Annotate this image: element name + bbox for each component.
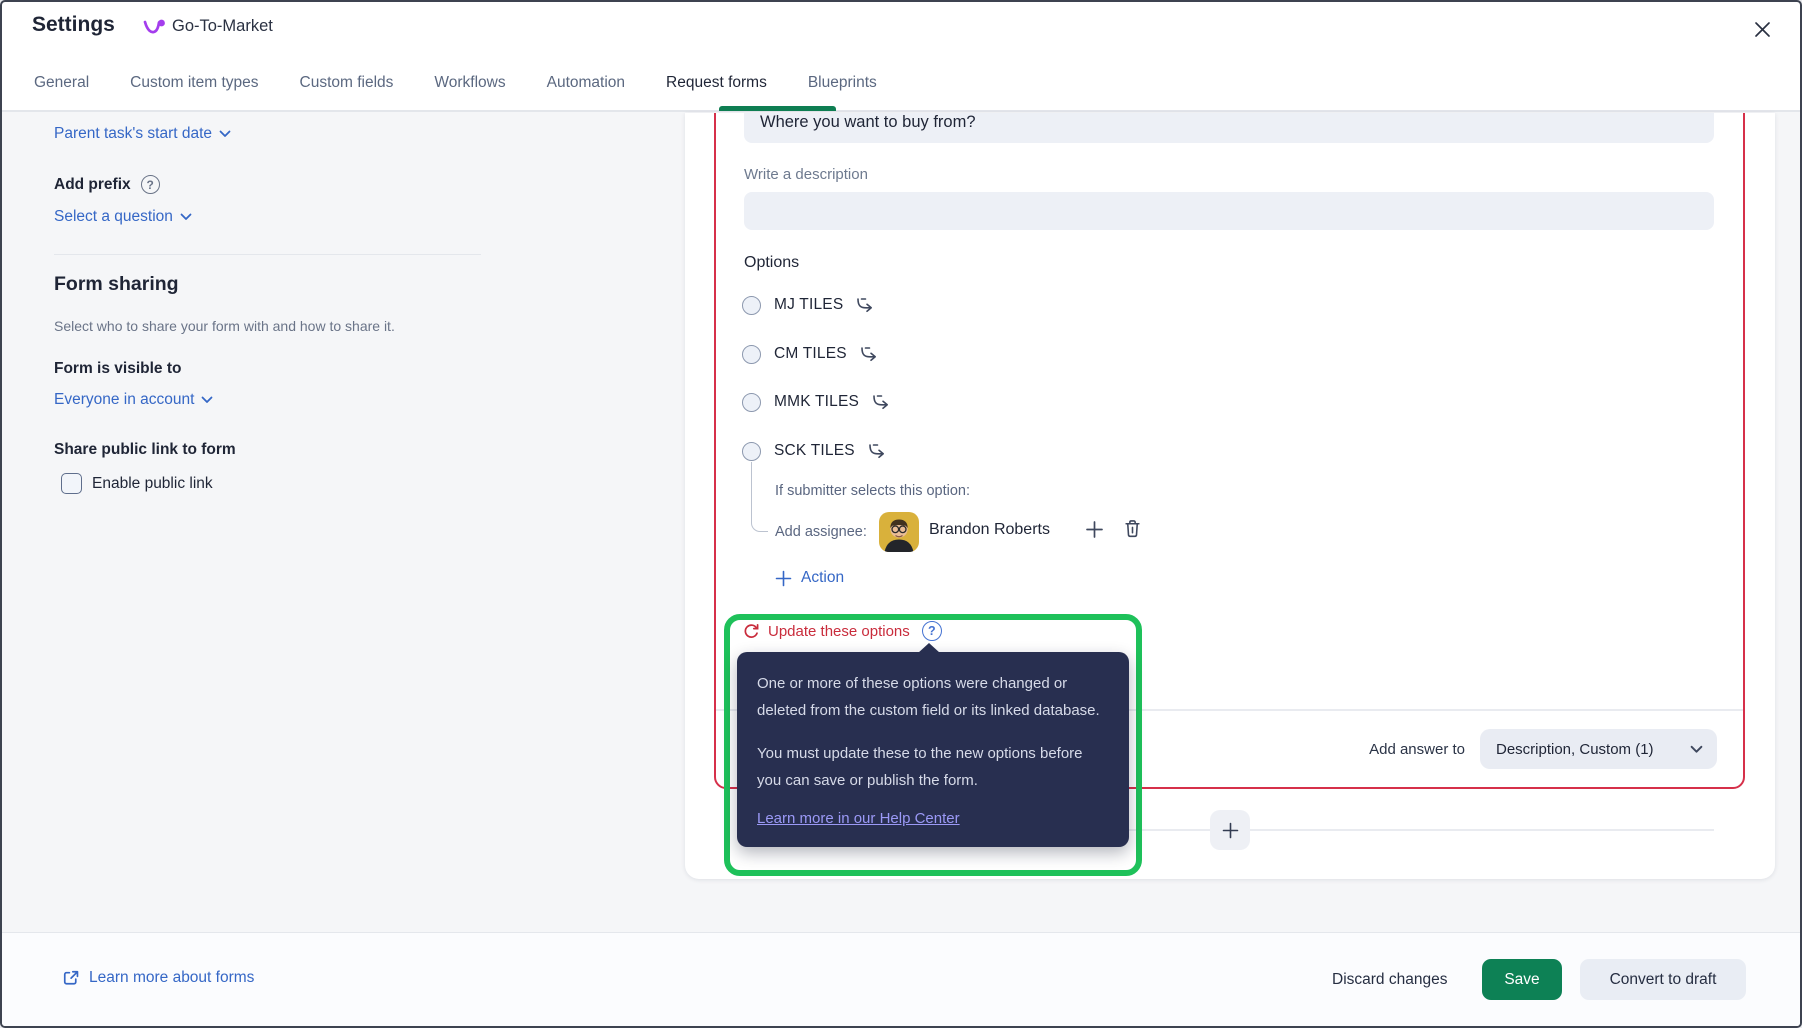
learn-more-about-forms-link[interactable]: Learn more about forms xyxy=(62,969,254,987)
visibility-value: Everyone in account xyxy=(54,391,195,408)
refresh-icon xyxy=(744,623,759,638)
tab-custom-item-types[interactable]: Custom item types xyxy=(130,74,258,92)
tab-request-forms[interactable]: Request forms xyxy=(666,74,767,92)
enable-public-link-label: Enable public link xyxy=(92,475,213,492)
avatar xyxy=(879,512,919,552)
update-these-options-label: Update these options xyxy=(768,622,910,640)
add-prefix-row: Add prefix ? xyxy=(54,175,160,194)
assignee-label: Add assignee: xyxy=(775,524,867,540)
add-answer-dropdown[interactable]: Description, Custom (1) xyxy=(1480,729,1717,769)
question-title-input[interactable]: Where you want to buy from? xyxy=(744,113,1714,143)
active-tab-underline xyxy=(719,106,836,111)
help-icon[interactable]: ? xyxy=(921,621,942,641)
description-label: Write a description xyxy=(744,166,868,183)
option-row: MMK TILES xyxy=(742,391,890,413)
parent-task-start-date-dropdown[interactable]: Parent task's start date xyxy=(54,125,231,143)
form-sharing-description: Select who to share your form with and h… xyxy=(54,318,395,334)
parent-task-start-date-label: Parent task's start date xyxy=(54,125,213,142)
option-label: MMK TILES xyxy=(774,393,860,410)
chevron-down-icon xyxy=(202,396,213,403)
help-center-link[interactable]: Learn more in our Help Center xyxy=(757,810,960,827)
settings-dialog: Settings Go-To-Market General Custom ite… xyxy=(0,0,1802,1028)
select-a-question-label: Select a question xyxy=(54,208,173,225)
form-preview-card: Where you want to buy from? Write a desc… xyxy=(685,113,1775,879)
add-question-button[interactable] xyxy=(1210,810,1250,850)
plus-icon xyxy=(775,570,792,586)
select-a-question-dropdown[interactable]: Select a question xyxy=(54,208,192,226)
sidebar-divider xyxy=(54,254,481,255)
content-area: Parent task's start date Add prefix ? Se… xyxy=(2,112,1800,932)
tab-workflows[interactable]: Workflows xyxy=(434,74,505,92)
trash-icon[interactable] xyxy=(1124,519,1141,538)
error-tooltip: One or more of these options were change… xyxy=(737,643,1129,847)
branch-icon[interactable] xyxy=(872,394,890,410)
branch-icon[interactable] xyxy=(868,443,886,459)
action-label: Action xyxy=(801,569,845,586)
chevron-down-icon xyxy=(1690,745,1703,753)
convert-to-draft-button[interactable]: Convert to draft xyxy=(1580,959,1746,1000)
learn-more-label: Learn more about forms xyxy=(89,969,255,986)
add-answer-value: Description, Custom (1) xyxy=(1496,740,1654,758)
options-label: Options xyxy=(744,254,800,271)
radio-button[interactable] xyxy=(742,392,761,412)
external-link-icon xyxy=(63,970,79,985)
description-input[interactable] xyxy=(744,192,1714,230)
save-button[interactable]: Save xyxy=(1482,959,1562,1000)
tooltip-text-1: One or more of these options were change… xyxy=(757,675,1100,719)
branch-connector-line xyxy=(751,462,768,532)
assignee-name: Brandon Roberts xyxy=(929,521,1050,538)
branch-icon[interactable] xyxy=(860,346,878,362)
option-row: CM TILES xyxy=(742,343,878,365)
close-icon[interactable] xyxy=(1744,12,1780,46)
update-these-options-button[interactable]: Update these options ? xyxy=(742,621,942,641)
discard-changes-button[interactable]: Discard changes xyxy=(1332,971,1447,989)
radio-button[interactable] xyxy=(742,441,761,461)
page-title: Settings xyxy=(32,13,115,36)
project-name: Go-To-Market xyxy=(172,17,273,35)
help-icon[interactable]: ? xyxy=(140,175,160,194)
chevron-down-icon xyxy=(180,213,192,220)
share-public-link-label: Share public link to form xyxy=(54,441,236,458)
tab-blueprints[interactable]: Blueprints xyxy=(808,74,877,92)
radio-button[interactable] xyxy=(742,344,761,364)
option-label: SCK TILES xyxy=(774,442,855,459)
tab-automation[interactable]: Automation xyxy=(547,74,625,92)
enable-public-link-checkbox[interactable] xyxy=(61,473,82,494)
form-visible-to-label: Form is visible to xyxy=(54,360,182,377)
plus-icon xyxy=(1222,822,1238,838)
branch-icon[interactable] xyxy=(856,297,874,313)
option-row: SCK TILES xyxy=(742,440,886,462)
add-assignee-icon[interactable] xyxy=(1084,519,1105,540)
add-prefix-label: Add prefix xyxy=(54,175,131,193)
option-label: CM TILES xyxy=(774,345,847,362)
project-icon xyxy=(143,19,165,34)
tab-custom-fields[interactable]: Custom fields xyxy=(300,74,394,92)
radio-button[interactable] xyxy=(742,295,761,315)
tooltip-text-2: You must update these to the new options… xyxy=(757,745,1083,789)
visibility-dropdown[interactable]: Everyone in account xyxy=(54,391,213,409)
add-answer-to-label: Add answer to xyxy=(1369,741,1465,758)
form-sharing-heading: Form sharing xyxy=(54,273,179,295)
option-row: MJ TILES xyxy=(742,294,874,316)
tab-general[interactable]: General xyxy=(34,74,89,92)
condition-label: If submitter selects this option: xyxy=(775,483,971,499)
add-action-button[interactable]: Action xyxy=(775,569,844,587)
tab-bar: General Custom item types Custom fields … xyxy=(2,54,1800,112)
chevron-down-icon xyxy=(219,130,231,137)
option-label: MJ TILES xyxy=(774,296,844,313)
